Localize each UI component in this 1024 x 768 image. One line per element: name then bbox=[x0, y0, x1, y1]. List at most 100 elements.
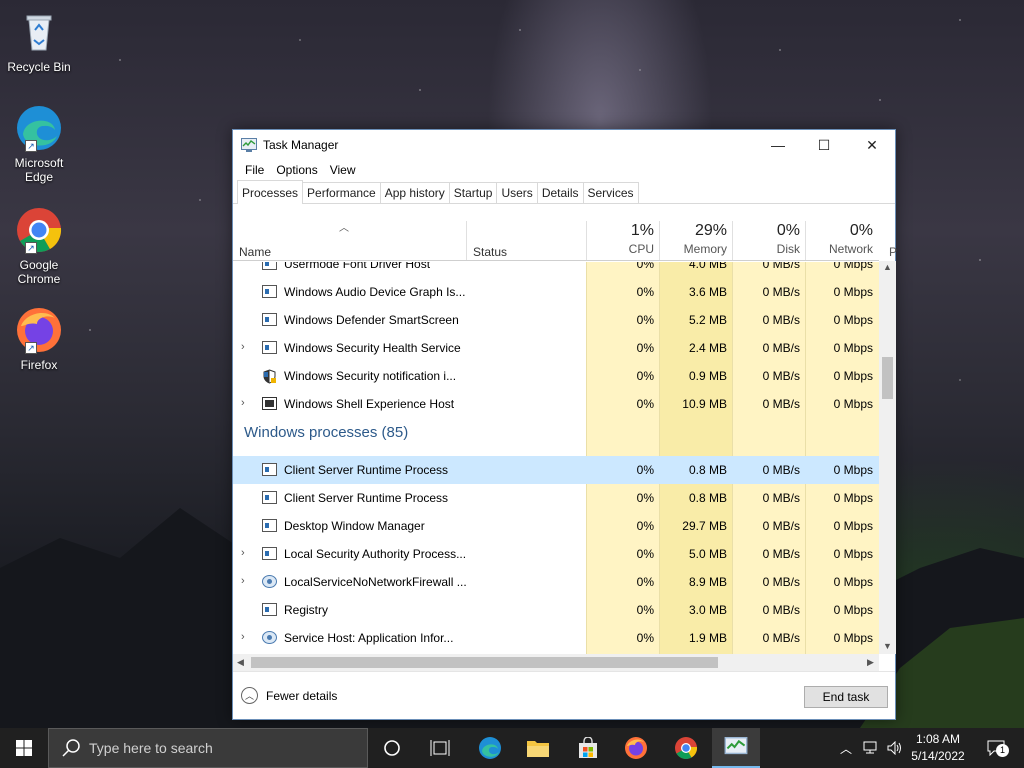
column-disk[interactable]: 0% Disk bbox=[735, 221, 800, 256]
column-power-truncated[interactable]: P bbox=[889, 245, 897, 259]
horizontal-scrollbar[interactable]: ◀ ▶ bbox=[233, 654, 879, 671]
tab-details[interactable]: Details bbox=[536, 182, 584, 203]
process-row[interactable]: Registry 0% 3.0 MB 0 MB/s 0 Mbps bbox=[233, 596, 879, 624]
expand-chevron-icon[interactable]: › bbox=[241, 341, 245, 353]
app-window-icon bbox=[262, 491, 277, 504]
tab-users[interactable]: Users bbox=[496, 182, 538, 203]
scroll-down-icon[interactable]: ▼ bbox=[883, 641, 892, 651]
process-name: Windows Audio Device Graph Is... bbox=[284, 285, 466, 299]
cortana-button[interactable] bbox=[368, 728, 416, 768]
task-manager-window: Task Manager — ☐ ✕ File Options View Pro… bbox=[232, 129, 897, 720]
taskbar-firefox[interactable] bbox=[612, 728, 660, 768]
desktop-icon-firefox[interactable]: ↗ Firefox bbox=[4, 306, 74, 372]
disk-total: 0% bbox=[776, 222, 800, 239]
edge-icon: ↗ bbox=[15, 104, 63, 152]
scroll-left-icon[interactable]: ◀ bbox=[237, 657, 244, 668]
desktop-icon-label-line1: Google bbox=[19, 258, 59, 272]
group-header-row[interactable]: Windows processes (85) bbox=[233, 418, 879, 456]
taskbar-edge[interactable] bbox=[466, 728, 514, 768]
tab-processes[interactable]: Processes bbox=[237, 180, 304, 204]
column-memory[interactable]: 29% Memory bbox=[662, 221, 727, 256]
maximize-button[interactable]: ☐ bbox=[801, 130, 847, 160]
process-row[interactable]: › Local Security Authority Process... 0% 5.… bbox=[233, 540, 879, 568]
process-row[interactable]: › Service Host: Application Infor... 0% 1.9… bbox=[233, 624, 879, 652]
taskbar-chrome[interactable] bbox=[662, 728, 710, 768]
process-row[interactable]: Desktop Window Manager 0% 29.7 MB 0 MB/s 0 M… bbox=[233, 512, 879, 540]
app-window-icon bbox=[262, 519, 277, 532]
process-memory: 0.9 MB bbox=[688, 369, 727, 383]
close-button[interactable]: ✕ bbox=[849, 130, 895, 160]
task-view-button[interactable] bbox=[416, 728, 464, 768]
minimize-button[interactable]: — bbox=[755, 130, 801, 160]
show-hidden-icons-button[interactable]: ︿ bbox=[836, 728, 856, 768]
firefox-icon: ↗ bbox=[15, 306, 63, 354]
column-name[interactable]: Name bbox=[239, 245, 271, 259]
vertical-scrollbar[interactable]: ▲ ▼ bbox=[879, 261, 896, 654]
process-row[interactable]: Windows Security notification i... 0% 0.9 … bbox=[233, 362, 879, 390]
action-center-button[interactable]: 1 bbox=[978, 728, 1014, 768]
taskbar-file-explorer[interactable] bbox=[514, 728, 562, 768]
menu-bar: File Options View bbox=[233, 160, 895, 180]
process-row[interactable]: Client Server Runtime Process 0% 0.8 MB 0 M… bbox=[233, 456, 879, 484]
desktop-icon-recycle-bin[interactable]: Recycle Bin bbox=[4, 8, 74, 74]
column-divider[interactable] bbox=[805, 221, 806, 260]
process-row[interactable]: Windows Defender SmartScreen 0% 5.2 MB 0 MB… bbox=[233, 306, 879, 334]
process-network: 0 Mbps bbox=[833, 519, 873, 533]
column-cpu[interactable]: 1% CPU bbox=[589, 221, 654, 256]
process-row[interactable]: › Windows Security Health Service 0% 2.4 MB… bbox=[233, 334, 879, 362]
desktop-icon-edge[interactable]: ↗ Microsoft Edge bbox=[4, 104, 74, 184]
taskbar-search-box[interactable]: Type here to search bbox=[48, 728, 368, 768]
process-disk: 0 MB/s bbox=[762, 285, 800, 299]
title-bar[interactable]: Task Manager — ☐ ✕ bbox=[233, 130, 895, 160]
process-memory: 2.4 MB bbox=[688, 341, 727, 355]
column-network[interactable]: 0% Network bbox=[808, 221, 873, 256]
tab-startup[interactable]: Startup bbox=[448, 182, 498, 203]
tab-services[interactable]: Services bbox=[582, 182, 639, 203]
taskbar-clock[interactable]: 1:08 AM 5/14/2022 bbox=[905, 731, 971, 765]
process-disk: 0 MB/s bbox=[762, 341, 800, 355]
column-divider[interactable] bbox=[586, 221, 587, 260]
process-name: Usermode Font Driver Host bbox=[284, 262, 431, 271]
column-divider[interactable] bbox=[732, 221, 733, 260]
process-row[interactable]: Usermode Font Driver Host 0% 4.0 MB 0 MB/s 0… bbox=[233, 262, 879, 278]
network-tray-button[interactable] bbox=[860, 728, 882, 768]
vertical-scroll-thumb[interactable] bbox=[882, 357, 893, 399]
taskbar-store[interactable] bbox=[564, 728, 612, 768]
tab-performance[interactable]: Performance bbox=[302, 182, 381, 203]
search-placeholder: Type here to search bbox=[89, 740, 213, 756]
menu-file[interactable]: File bbox=[239, 163, 270, 177]
menu-view[interactable]: View bbox=[324, 163, 362, 177]
process-row[interactable]: Windows Audio Device Graph Is... 0% 3.6 MB… bbox=[233, 278, 879, 306]
scroll-right-icon[interactable]: ▶ bbox=[867, 657, 874, 668]
folder-icon bbox=[527, 741, 549, 757]
desktop-icon-chrome[interactable]: ↗ Google Chrome bbox=[4, 206, 74, 286]
tab-app-history[interactable]: App history bbox=[379, 182, 450, 203]
task-manager-icon bbox=[241, 138, 257, 152]
expand-chevron-icon[interactable]: › bbox=[241, 397, 245, 409]
column-divider[interactable] bbox=[466, 221, 467, 260]
scroll-up-icon[interactable]: ▲ bbox=[883, 262, 892, 272]
fewer-details-button[interactable]: ︿ Fewer details bbox=[241, 687, 337, 704]
horizontal-scroll-thumb[interactable] bbox=[251, 657, 718, 668]
process-disk: 0 MB/s bbox=[762, 519, 800, 533]
expand-chevron-icon[interactable]: › bbox=[241, 575, 245, 587]
taskbar-task-manager[interactable] bbox=[712, 728, 760, 768]
process-name: Windows Defender SmartScreen bbox=[284, 313, 459, 327]
end-task-button[interactable]: End task bbox=[804, 686, 888, 708]
app-window-icon bbox=[262, 463, 277, 476]
column-status[interactable]: Status bbox=[473, 245, 507, 259]
process-disk: 0 MB/s bbox=[762, 631, 800, 645]
process-memory: 4.0 MB bbox=[688, 262, 727, 271]
volume-tray-button[interactable] bbox=[884, 728, 906, 768]
process-disk: 0 MB/s bbox=[762, 262, 800, 271]
expand-chevron-icon[interactable]: › bbox=[241, 631, 245, 643]
process-row[interactable]: Client Server Runtime Process 0% 0.8 MB 0 M… bbox=[233, 484, 879, 512]
expand-chevron-icon[interactable]: › bbox=[241, 547, 245, 559]
menu-options[interactable]: Options bbox=[270, 163, 323, 177]
cpu-total: 1% bbox=[630, 222, 654, 239]
start-button[interactable] bbox=[0, 728, 48, 768]
column-divider[interactable] bbox=[659, 221, 660, 260]
process-row[interactable]: › Windows Shell Experience Host 0% 10.9 MB 0… bbox=[233, 390, 879, 418]
memory-label: Memory bbox=[683, 242, 727, 256]
process-row[interactable]: › LocalServiceNoNetworkFirewall ... 0% 8.9 … bbox=[233, 568, 879, 596]
